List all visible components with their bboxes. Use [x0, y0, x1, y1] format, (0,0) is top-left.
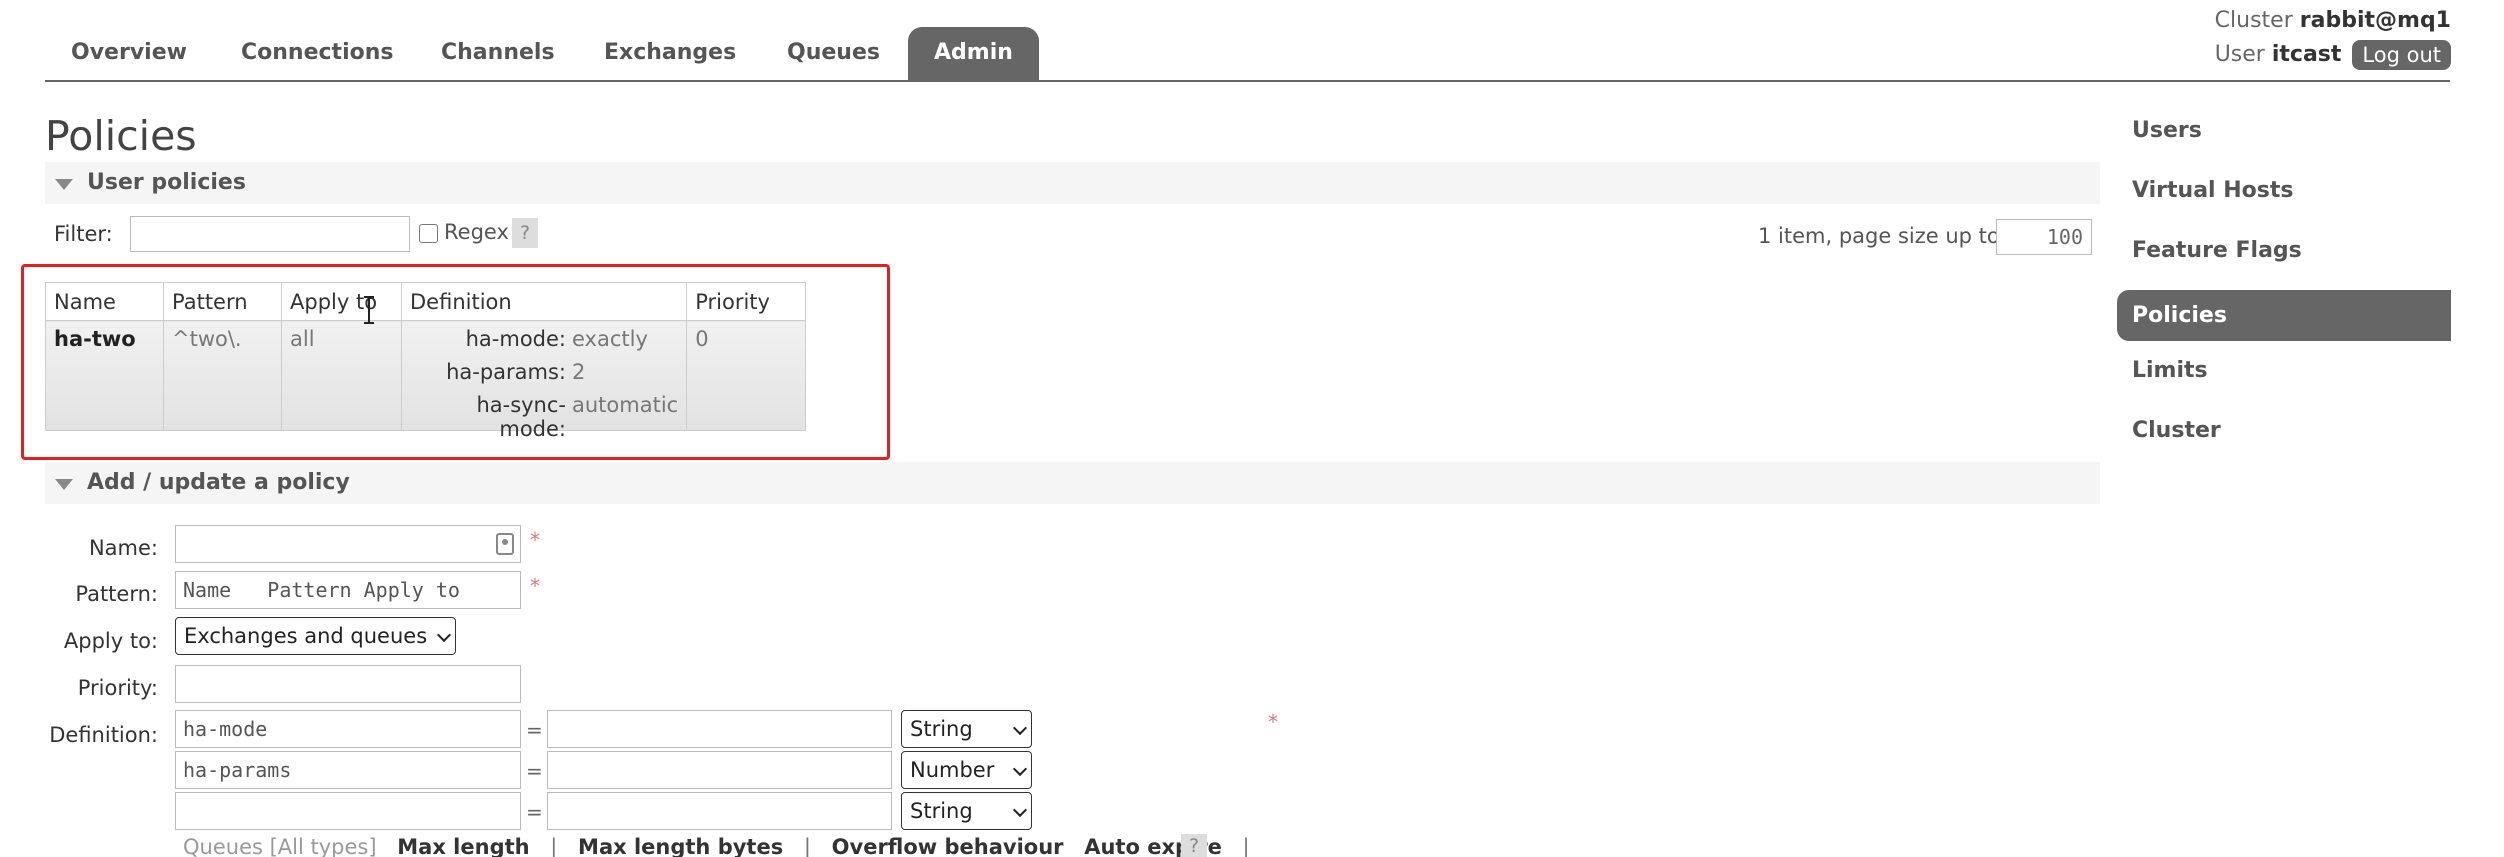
shortcut-max-length-bytes[interactable]: Max length bytes: [578, 835, 783, 857]
collapse-triangle-icon: [55, 179, 73, 190]
shortcut-category: Queues [All types]: [183, 835, 377, 857]
sidebar-item-feature-flags[interactable]: Feature Flags: [2117, 230, 2451, 290]
name-input[interactable]: [175, 525, 521, 563]
definition-value: exactly: [572, 327, 648, 351]
name-label: Name:: [88, 536, 158, 560]
sidebar-item-cluster[interactable]: Cluster: [2117, 410, 2451, 470]
cluster-name: rabbit@mq1: [2299, 8, 2451, 33]
user-policies-heading: User policies: [87, 170, 246, 195]
required-marker: *: [530, 574, 540, 598]
equals-sign: =: [526, 718, 543, 742]
admin-sidebar: Users Virtual Hosts Feature Flags Polici…: [2117, 110, 2451, 470]
definition-key-input[interactable]: ha-params: [175, 751, 521, 789]
cluster-label: Cluster: [2214, 8, 2293, 33]
regex-help-button[interactable]: ?: [512, 218, 538, 248]
definition-type-value: String: [910, 717, 973, 741]
definition-value-input[interactable]: [547, 710, 892, 748]
items-count-text: 1 item, page size up to: [1758, 224, 2000, 248]
nav-divider: [45, 80, 2450, 82]
required-marker: *: [530, 528, 540, 552]
user-policies-header[interactable]: User policies: [45, 162, 2100, 204]
shortcut-overflow-behaviour[interactable]: Overflow behaviour: [832, 835, 1064, 857]
required-marker: *: [1268, 710, 1278, 734]
regex-checkbox[interactable]: [419, 224, 438, 243]
equals-sign: =: [526, 800, 543, 824]
shortcut-separator: |: [550, 835, 558, 857]
definition-key: ha-mode:: [465, 327, 566, 351]
chevron-down-icon: [1012, 761, 1028, 777]
priority-input[interactable]: [175, 665, 521, 703]
apply-to-value: Exchanges and queues: [184, 624, 428, 648]
definition-type-select[interactable]: String: [901, 710, 1032, 748]
tab-overview[interactable]: Overview: [45, 27, 213, 81]
sidebar-item-limits[interactable]: Limits: [2117, 350, 2451, 410]
definition-value-input[interactable]: [547, 792, 892, 830]
priority-label: Priority:: [77, 676, 158, 700]
definition-entry: ha-mode: exactly: [410, 327, 678, 360]
filter-input[interactable]: [130, 216, 410, 252]
shortcut-separator: |: [803, 835, 811, 857]
header-info: Cluster rabbit@mq1 User itcast Log out: [2215, 4, 2451, 72]
policy-name[interactable]: ha-two: [45, 320, 164, 431]
filter-label: Filter:: [54, 222, 113, 246]
policy-apply-to: all: [281, 320, 402, 431]
tab-queues[interactable]: Queues: [761, 27, 906, 81]
policy-pattern: ^two\.: [163, 320, 282, 431]
user-label: User: [2214, 42, 2265, 67]
col-header-pattern[interactable]: Pattern: [163, 282, 282, 321]
col-header-definition[interactable]: Definition: [400, 282, 688, 321]
tab-connections[interactable]: Connections: [215, 27, 419, 81]
contact-card-icon[interactable]: [496, 533, 514, 555]
sidebar-item-policies[interactable]: Policies: [2117, 290, 2451, 341]
definition-key: ha-sync-mode:: [476, 393, 566, 441]
apply-to-select[interactable]: Exchanges and queues: [175, 617, 456, 655]
table-row[interactable]: ha-two ^two\. all ha-mode: exactly ha-pa…: [45, 320, 807, 441]
policy-priority: 0: [686, 320, 807, 431]
equals-sign: =: [526, 759, 543, 783]
text-cursor-icon: [364, 296, 374, 324]
user-name: itcast: [2271, 42, 2342, 67]
shortcut-separator: |: [1242, 835, 1250, 857]
definition-key-input[interactable]: ha-mode: [175, 710, 521, 748]
page-size-input[interactable]: [1996, 219, 2092, 255]
definition-value: 2: [572, 360, 586, 384]
definition-type-value: String: [910, 799, 973, 823]
chevron-down-icon: [1012, 802, 1028, 818]
col-header-name[interactable]: Name: [45, 282, 164, 321]
apply-to-label: Apply to:: [63, 629, 158, 653]
shortcuts-help-button[interactable]: ?: [1181, 834, 1207, 857]
definition-shortcuts: Queues [All types] Max length | Max leng…: [183, 835, 1264, 857]
definition-entry: ha-params: 2: [410, 360, 678, 393]
logout-button[interactable]: Log out: [2352, 40, 2451, 70]
definition-value: automatic: [572, 393, 679, 417]
pattern-input[interactable]: Name Pattern Apply to: [175, 571, 521, 609]
definition-type-value: Number: [910, 758, 995, 782]
col-header-apply-to[interactable]: Apply to: [281, 282, 402, 321]
page-title: Policies: [45, 112, 197, 160]
add-policy-heading: Add / update a policy: [87, 470, 350, 495]
policy-definition: ha-mode: exactly ha-params: 2 ha-sync-mo…: [400, 320, 688, 441]
chevron-down-icon: [1012, 720, 1028, 736]
definition-key: ha-params:: [446, 360, 566, 384]
tab-admin[interactable]: Admin: [908, 27, 1039, 81]
sidebar-item-users[interactable]: Users: [2117, 110, 2451, 170]
definition-type-select[interactable]: Number: [901, 751, 1032, 789]
definition-value-input[interactable]: [547, 751, 892, 789]
pattern-label: Pattern:: [75, 582, 158, 606]
col-header-priority[interactable]: Priority: [686, 282, 807, 321]
chevron-down-icon: [436, 627, 452, 643]
sidebar-item-virtual-hosts[interactable]: Virtual Hosts: [2117, 170, 2451, 230]
regex-label: Regex: [444, 220, 509, 244]
collapse-triangle-icon: [55, 479, 73, 490]
definition-label: Definition:: [49, 723, 158, 747]
policies-table: Name Pattern Apply to Definition Priorit…: [45, 282, 807, 441]
table-header-row: Name Pattern Apply to Definition Priorit…: [45, 282, 807, 321]
shortcut-max-length[interactable]: Max length: [397, 835, 529, 857]
definition-key-input[interactable]: [175, 792, 521, 830]
tab-exchanges[interactable]: Exchanges: [578, 27, 762, 81]
tab-channels[interactable]: Channels: [415, 27, 581, 81]
definition-type-select[interactable]: String: [901, 792, 1032, 830]
add-policy-header[interactable]: Add / update a policy: [45, 462, 2100, 504]
definition-entry: ha-sync-mode: automatic: [410, 393, 679, 441]
